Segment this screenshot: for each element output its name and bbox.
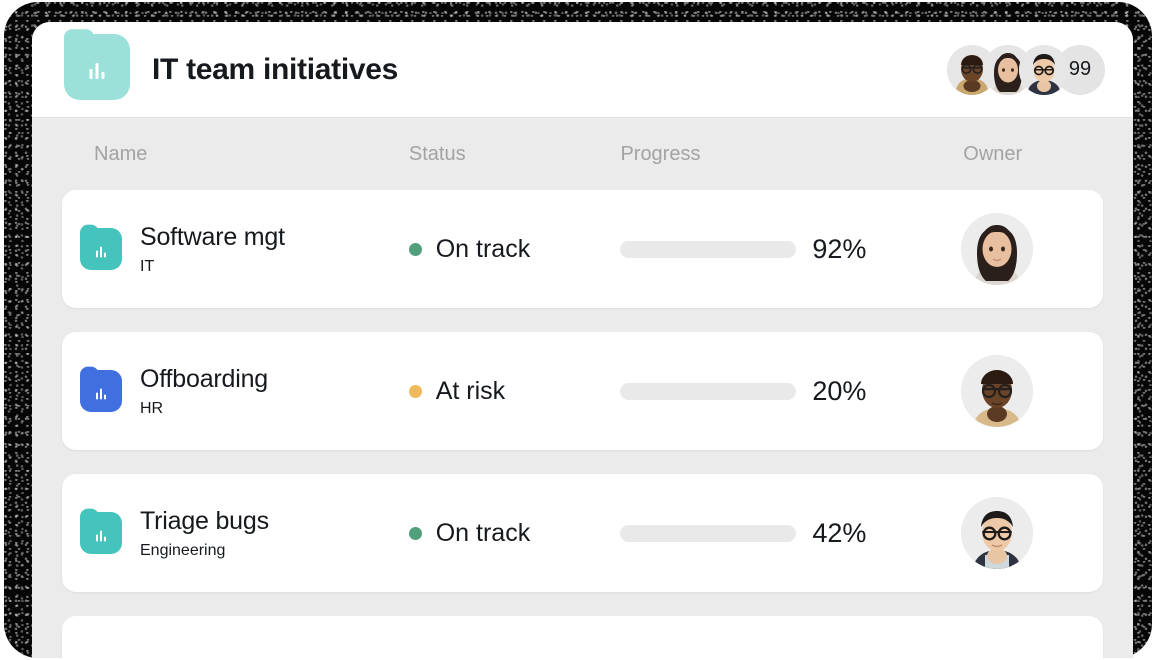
bar-chart-icon — [96, 530, 106, 542]
project-title: Triage bugs — [140, 506, 269, 535]
page-header: IT team initiatives 99 — [32, 22, 1133, 118]
column-header-progress[interactable]: Progress — [620, 143, 937, 166]
column-header-status[interactable]: Status — [409, 143, 621, 166]
status-label: On track — [435, 518, 531, 547]
table-body: Software mgt IT On track 92% Offboarding… — [62, 190, 1103, 658]
cell-name: Software mgt IT — [62, 223, 409, 276]
cell-owner — [937, 355, 1103, 427]
cell-progress: 42% — [620, 518, 937, 549]
status-label: On track — [435, 234, 531, 263]
project-subtitle: HR — [140, 399, 164, 417]
progress-bar-track — [620, 240, 797, 258]
cell-owner — [937, 213, 1103, 285]
page-folder-icon — [64, 34, 130, 105]
status-dot-icon — [408, 384, 422, 398]
progress-bar-track — [620, 524, 797, 542]
project-title: Software mgt — [140, 222, 285, 251]
table-column-headers: Name Status Progress Owner — [62, 118, 1103, 190]
app-window: IT team initiatives 99 Name Status Progr… — [32, 22, 1133, 658]
table-row-partial[interactable] — [62, 616, 1103, 658]
project-subtitle: IT — [140, 257, 155, 275]
cell-name: Triage bugs Engineering — [62, 507, 409, 560]
cell-status: At risk — [408, 376, 621, 406]
cell-owner — [937, 497, 1103, 569]
bar-chart-icon — [89, 62, 105, 79]
progress-percent-label: 42% — [812, 517, 867, 548]
column-header-name[interactable]: Name — [62, 143, 409, 166]
cell-progress: 92% — [620, 234, 937, 265]
table-row[interactable]: Triage bugs Engineering On track 42% — [62, 474, 1103, 592]
page-title: IT team initiatives — [152, 52, 399, 86]
cell-progress: 20% — [620, 376, 937, 407]
project-title: Offboarding — [140, 364, 268, 393]
status-dot-icon — [408, 526, 422, 540]
cell-status: On track — [408, 234, 621, 264]
cell-status: On track — [408, 518, 621, 548]
progress-percent-label: 92% — [812, 233, 867, 264]
member-avatar-stack[interactable]: 99 — [947, 44, 1105, 95]
folder-chart-icon — [80, 370, 122, 412]
bar-chart-icon — [96, 246, 106, 258]
progress-percent-label: 20% — [812, 375, 867, 406]
projects-table: Name Status Progress Owner Software mgt … — [32, 118, 1133, 658]
avatar-member-3[interactable] — [1019, 44, 1069, 95]
bar-chart-icon — [96, 388, 106, 400]
column-header-owner[interactable]: Owner — [937, 143, 1103, 166]
cell-name: Offboarding HR — [62, 365, 409, 418]
status-label: At risk — [435, 376, 506, 405]
folder-chart-icon — [80, 512, 122, 554]
table-row[interactable]: Offboarding HR At risk 20% — [62, 332, 1103, 450]
status-dot-icon — [408, 242, 422, 256]
project-name-block: Offboarding HR — [140, 365, 268, 418]
project-name-block: Triage bugs Engineering — [140, 507, 269, 560]
progress-bar-track — [620, 382, 797, 400]
owner-avatar[interactable] — [961, 213, 1034, 285]
owner-avatar[interactable] — [961, 355, 1034, 427]
table-row[interactable]: Software mgt IT On track 92% — [62, 190, 1103, 308]
folder-chart-icon — [80, 228, 122, 270]
owner-avatar[interactable] — [961, 497, 1034, 569]
project-subtitle: Engineering — [140, 541, 226, 559]
project-name-block: Software mgt IT — [140, 223, 285, 276]
